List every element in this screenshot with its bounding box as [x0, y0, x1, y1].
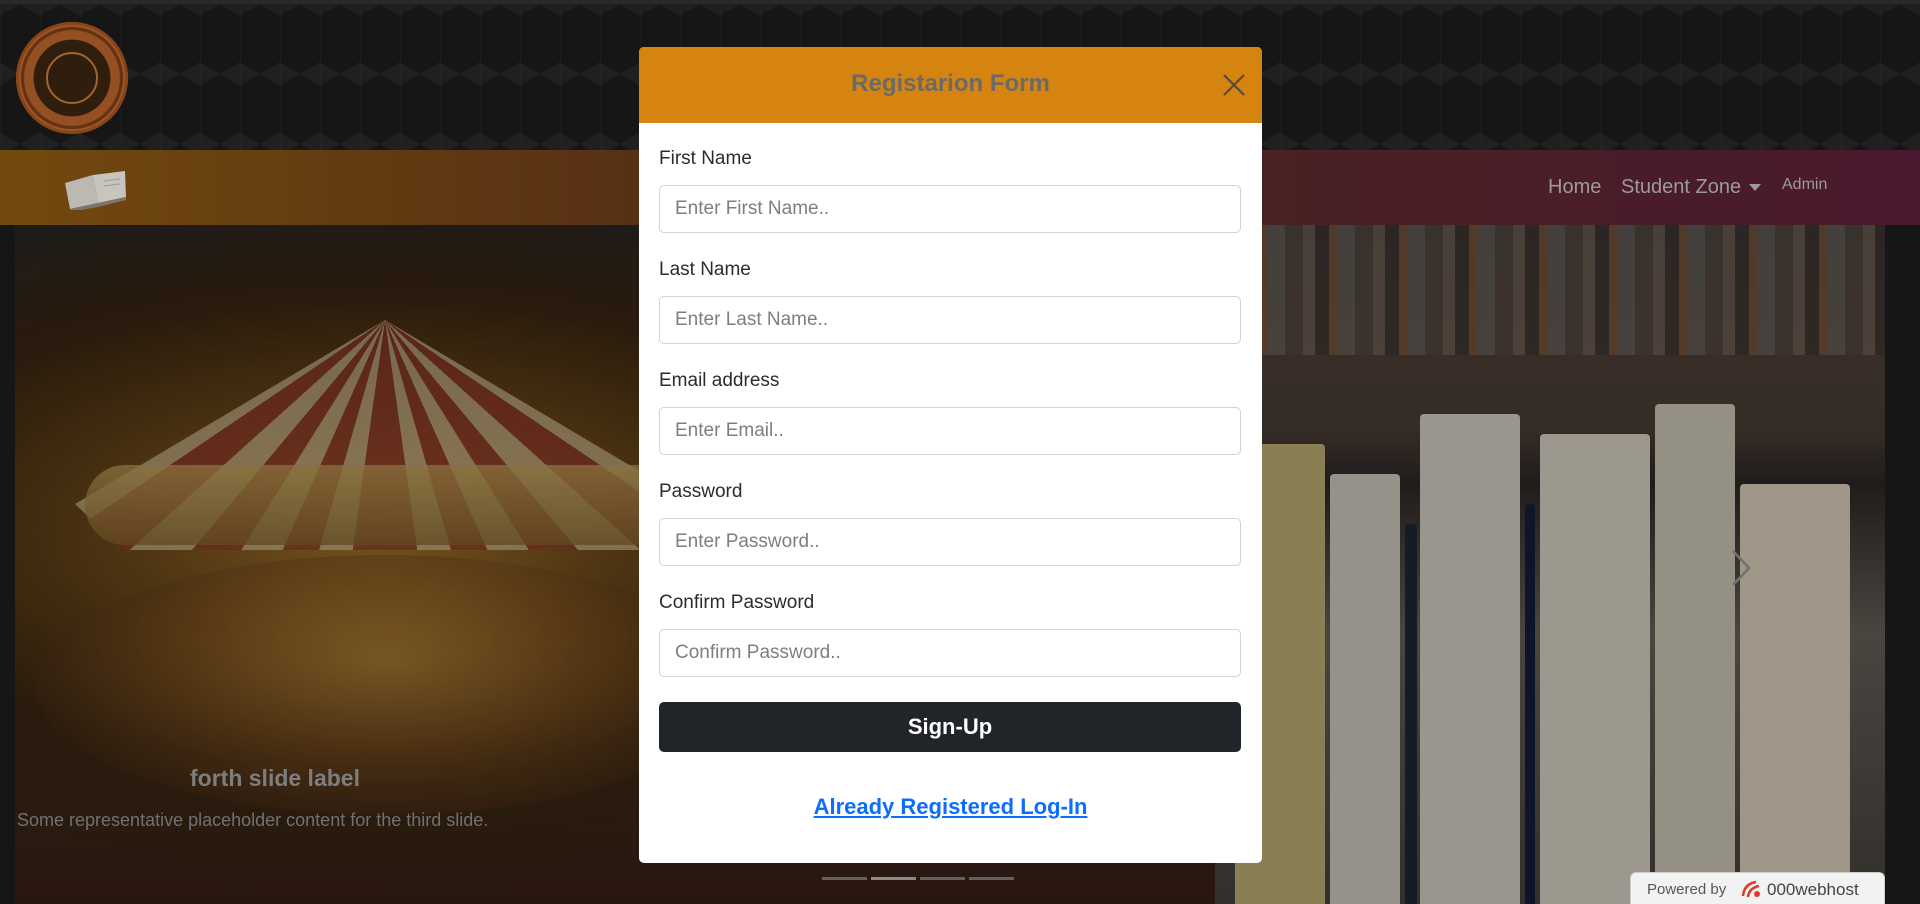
signup-button[interactable]: Sign-Up	[659, 702, 1241, 752]
first-name-input[interactable]	[659, 185, 1241, 233]
login-link[interactable]: Already Registered Log-In	[659, 794, 1242, 820]
last-name-input[interactable]	[659, 296, 1241, 344]
password-label: Password	[659, 481, 743, 502]
modal-title: Registarion Form	[851, 70, 1050, 97]
last-name-label: Last Name	[659, 259, 751, 280]
powered-by-label: Powered by	[1647, 881, 1727, 898]
powered-by-badge[interactable]: Powered by 000webhost	[1630, 872, 1885, 904]
webhost-logo-icon	[1741, 880, 1760, 898]
modal-body: First Name Last Name Email address Passw…	[639, 148, 1262, 820]
close-icon[interactable]	[1222, 73, 1246, 97]
confirm-password-input[interactable]	[659, 629, 1241, 677]
registration-modal: Registarion Form First Name Last Name Em…	[639, 47, 1262, 863]
email-input[interactable]	[659, 407, 1241, 455]
email-label: Email address	[659, 370, 780, 391]
confirm-password-label: Confirm Password	[659, 592, 815, 613]
first-name-label: First Name	[659, 148, 752, 169]
webhost-name: 000webhost	[1767, 880, 1859, 899]
password-input[interactable]	[659, 518, 1241, 566]
modal-header: Registarion Form	[639, 47, 1262, 123]
